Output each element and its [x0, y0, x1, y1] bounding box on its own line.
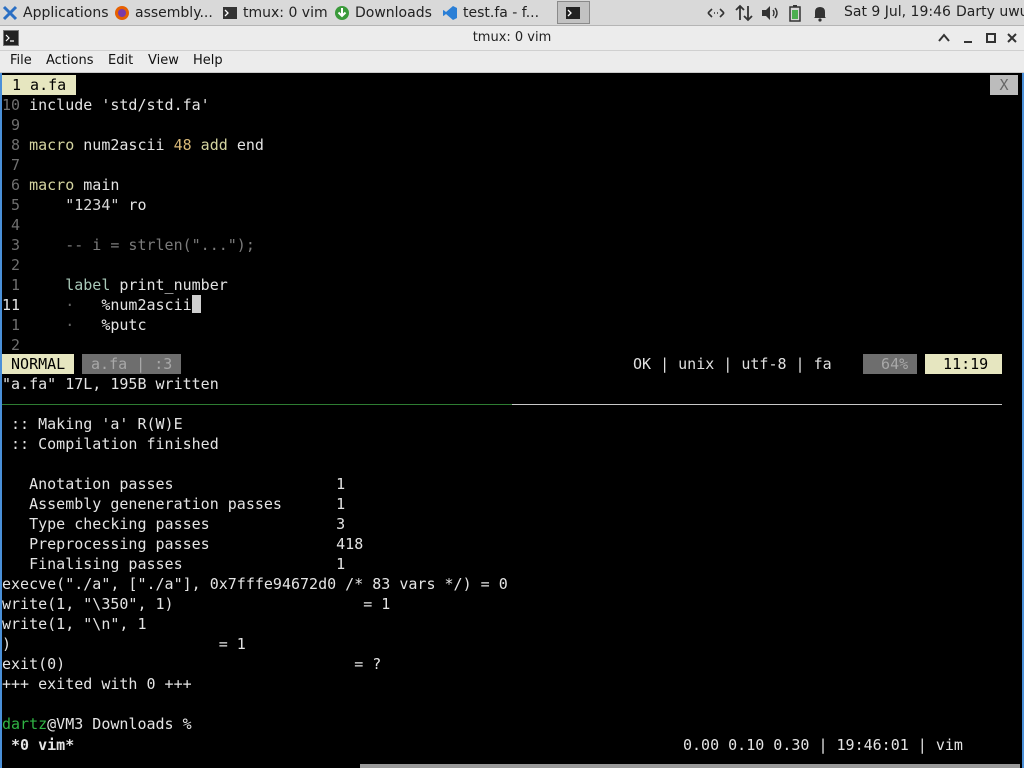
vim-tab-a-fa[interactable]: 1 a.fa: [2, 75, 77, 95]
minimize-icon[interactable]: [960, 30, 976, 46]
tmux-pane-divider-active: [2, 404, 512, 405]
menu-view[interactable]: View: [148, 53, 179, 68]
output-line: write(1, "\350", 1) = 1: [2, 595, 391, 613]
output-line: execve("./a", ["./a"], 0x7fffe94672d0 /*…: [2, 575, 508, 593]
xfce-mouse-icon: [2, 5, 18, 20]
menu-edit[interactable]: Edit: [108, 53, 133, 68]
bell-icon[interactable]: [812, 4, 828, 22]
close-icon[interactable]: [1004, 30, 1020, 46]
code-line-current: 11 · %num2ascii: [2, 295, 201, 315]
vim-message: "a.fa" 17L, 195B written: [2, 375, 219, 393]
menu-bar: File Actions Edit View Help: [0, 51, 1024, 73]
task-label: Applications: [23, 4, 109, 21]
task-vscode[interactable]: test.fa - f...: [440, 1, 552, 24]
menu-file[interactable]: File: [10, 53, 32, 68]
vim-statusline: NORMAL a.fa | :3 OK | unix | utf-8 | fa …: [2, 354, 1022, 374]
horizontal-scrollbar[interactable]: [360, 764, 1020, 768]
code-line: 2: [11, 336, 21, 354]
shell-prompt[interactable]: dartz@VM3 Downloads %: [2, 714, 192, 734]
download-folder-icon: [335, 5, 349, 20]
panel-clock[interactable]: Sat 9 Jul, 19:46: [844, 4, 951, 20]
output-line: Anotation passes 1: [2, 475, 346, 493]
chevron-up-icon[interactable]: [936, 30, 952, 46]
vim-mode: NORMAL: [2, 354, 75, 374]
system-tray: [706, 4, 828, 22]
window-title: tmux: 0 vim: [472, 30, 552, 45]
code-line: 1 label print_number: [11, 276, 228, 294]
output-line: Assembly geneneration passes 1: [2, 495, 346, 513]
top-panel: Applications assembly... tmux: 0 vim Dow…: [0, 0, 1024, 26]
output-line: :: Compilation finished: [2, 435, 219, 453]
vscode-icon: [443, 5, 457, 20]
code-line: 1 · %putc: [11, 316, 147, 334]
applications-menu[interactable]: Applications: [0, 1, 110, 24]
menu-help[interactable]: Help: [193, 53, 223, 68]
vim-file-info: a.fa | :3: [82, 354, 182, 374]
code-line: 6 macro main: [11, 176, 120, 194]
output-line: ) = 1: [2, 635, 246, 653]
panel-user[interactable]: Darty uwu: [956, 4, 1024, 20]
terminal-icon: [223, 6, 237, 19]
vim-close-tab-button[interactable]: X: [990, 75, 1018, 95]
task-label: test.fa - f...: [463, 4, 540, 21]
code-line: 2: [11, 256, 21, 274]
battery-icon[interactable]: [788, 4, 802, 22]
tmux-window-vim[interactable]: *0 vim*: [2, 735, 74, 755]
tmux-status-bar: *0 vim* 0.00 0.10 0.30 | 19:46:01 | vim: [2, 734, 1022, 756]
task-terminal[interactable]: tmux: 0 vim: [220, 1, 330, 24]
code-line: 4: [11, 216, 21, 234]
vim-file-status: OK | unix | utf-8 | fa: [633, 355, 841, 373]
output-line: Type checking passes 3: [2, 515, 346, 533]
vim-scroll-percent: 64%: [863, 354, 918, 374]
code-line: 7: [11, 156, 21, 174]
output-line: Preprocessing passes 418: [2, 535, 364, 553]
task-firefox[interactable]: assembly...: [112, 1, 218, 24]
prompt-host-path: @VM3 Downloads %: [47, 715, 192, 733]
prompt-user: dartz: [2, 715, 48, 733]
network-arrows-icon[interactable]: [706, 4, 726, 22]
tmux-status-right: 0.00 0.10 0.30 | 19:46:01 | vim: [683, 736, 972, 754]
task-label: Downloads: [355, 4, 432, 21]
maximize-icon[interactable]: [983, 30, 999, 46]
task-downloads[interactable]: Downloads: [332, 1, 438, 24]
output-line: +++ exited with 0 +++: [2, 675, 192, 693]
terminal-icon: [566, 6, 580, 19]
output-line: write(1, "\n", 1: [2, 615, 147, 633]
code-line: 5 "1234" ro: [11, 196, 147, 214]
output-line: Finalising passes 1: [2, 555, 346, 573]
code-line: 9: [11, 116, 21, 134]
code-line: 10 include 'std/std.fa': [2, 96, 210, 114]
text-cursor: [191, 295, 201, 313]
menu-actions[interactable]: Actions: [46, 53, 94, 68]
firefox-icon: [115, 5, 129, 20]
terminal-area[interactable]: 1 a.fa X 10 include 'std/std.fa' 9 8 mac…: [0, 73, 1024, 768]
output-line: exit(0) = ?: [2, 655, 382, 673]
volume-icon[interactable]: [760, 4, 780, 22]
task-label: assembly...: [135, 4, 213, 21]
task-label: tmux: 0 vim: [243, 4, 328, 21]
output-line: :: Making 'a' R(W)E: [2, 415, 183, 433]
transfer-arrows-icon[interactable]: [734, 4, 754, 22]
window-titlebar[interactable]: tmux: 0 vim: [0, 26, 1024, 51]
vim-cursor-position: 11:19: [925, 354, 1002, 374]
code-line: 3 -- i = strlen("...");: [11, 236, 255, 254]
code-line: 8 macro num2ascii 48 add end: [11, 136, 264, 154]
task-terminal-active[interactable]: [557, 1, 590, 24]
